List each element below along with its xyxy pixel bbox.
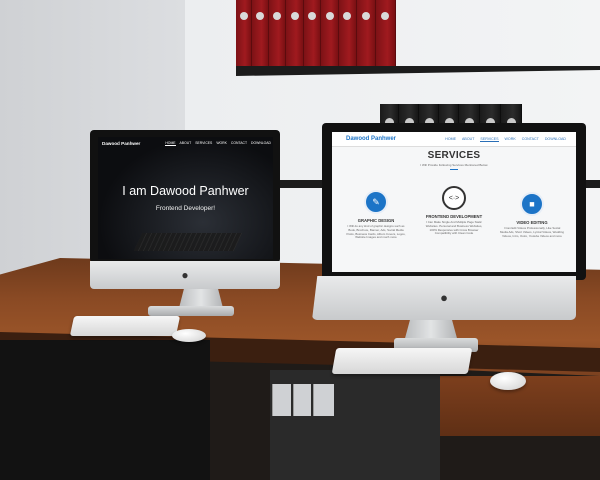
right-brand[interactable]: Dawood Panhwer (346, 136, 396, 142)
left-screen: Dawood Panhwer HOME ABOUT SERVICES WORK … (98, 137, 273, 259)
left-keyboard (69, 316, 181, 336)
right-nav-work[interactable]: WORK (505, 137, 516, 142)
service-text: I Can Make Single And Multiple Page Stat… (425, 220, 483, 236)
service-title: GRAPHIC DESIGN (357, 218, 395, 223)
right-mouse (490, 372, 526, 390)
service-title: FRONTEND DEVELOPMENT (425, 214, 483, 219)
left-monitor-chin: ● (90, 261, 280, 289)
right-monitor-chin: ● (312, 276, 576, 320)
video-camera-icon: ■ (520, 192, 544, 216)
left-nav-contact[interactable]: CONTACT (231, 141, 247, 146)
left-monitor-foot (148, 306, 234, 316)
left-nav-download[interactable]: DOWNLOAD (251, 141, 271, 146)
desk-front-panel (0, 340, 210, 480)
red-binders (236, 0, 396, 70)
hero-title: I am Dawood Panhwer (122, 184, 249, 198)
right-nav-download[interactable]: DOWNLOAD (545, 137, 566, 142)
top-navbar: Dawood Panhwer HOME ABOUT SERVICES WORK … (332, 132, 576, 147)
service-card-video-editing: ■ VIDEO EDITING I Can Edit Videos Profes… (500, 192, 564, 238)
left-nav-home[interactable]: HOME (165, 141, 176, 146)
right-nav-contact[interactable]: CONTACT (522, 137, 539, 142)
right-nav-about[interactable]: ABOUT (462, 137, 474, 142)
services-tagline: I Will Provide Following Services Mentio… (420, 163, 488, 167)
right-keyboard (331, 348, 473, 374)
services-title: SERVICES (427, 150, 481, 161)
left-nav: HOME ABOUT SERVICES WORK CONTACT DOWNLOA… (165, 141, 271, 146)
service-title: VIDEO EDITING (516, 220, 548, 225)
left-nav-about[interactable]: ABOUT (180, 141, 192, 146)
right-nav: HOME ABOUT SERVICES WORK CONTACT DOWNLOA… (445, 137, 566, 142)
left-nav-work[interactable]: WORK (216, 141, 227, 146)
service-text: I Will do any kind of graphic designs su… (346, 224, 406, 240)
right-nav-home[interactable]: HOME (445, 137, 456, 142)
left-nav-services[interactable]: SERVICES (195, 141, 212, 146)
service-card-graphic-design: ✎ GRAPHIC DESIGN I Will do any kind of g… (344, 190, 408, 240)
apple-logo-icon: ● (181, 268, 189, 282)
boxes-under-desk (272, 384, 334, 416)
service-text: I Can Edit Videos Professionally, Like S… (500, 226, 565, 238)
right-screen: Dawood Panhwer HOME ABOUT SERVICES WORK … (332, 132, 576, 272)
left-brand[interactable]: Dawood Panhwer (102, 141, 140, 146)
left-mouse (172, 329, 206, 342)
hero-subtitle: Frontend Developer! (155, 205, 216, 212)
hero-keyboard-image (133, 233, 243, 251)
apple-logo-icon: ● (440, 290, 448, 305)
title-divider (450, 169, 458, 170)
code-icon: <·> (442, 186, 466, 210)
service-card-frontend-development: <·> FRONTEND DEVELOPMENT I Can Make Sing… (422, 186, 486, 236)
right-nav-services[interactable]: SERVICES (480, 137, 499, 142)
brush-icon: ✎ (364, 190, 388, 214)
